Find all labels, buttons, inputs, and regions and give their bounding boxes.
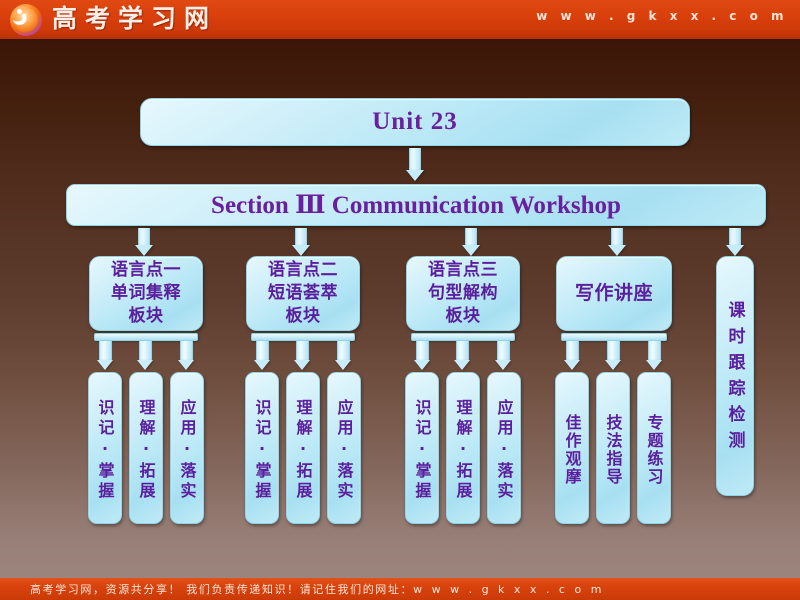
leaf-box-3-3: 应用·落实 bbox=[487, 372, 521, 524]
branch-1-stem-head-2 bbox=[137, 360, 153, 370]
leaf-box-4-2: 技法指导 bbox=[596, 372, 630, 524]
logo-figure-body bbox=[12, 13, 28, 27]
branch-4-stem-head-3 bbox=[646, 360, 662, 370]
branch-2-split-bar bbox=[251, 333, 355, 341]
branch-label-1: 语言点一 单词集释 板块 bbox=[111, 259, 181, 328]
branch-1-line-1: 语言点一 bbox=[111, 260, 181, 280]
branch-box-exam-tracking: 课时跟踪检测 bbox=[716, 256, 754, 496]
page-footer: 高考学习网，资源共分享！ 我们负责传递知识！请记住我们的网址：w w w . g… bbox=[0, 578, 800, 600]
site-name: 高考学习网 bbox=[52, 4, 218, 33]
branch-1-stem-head-1 bbox=[97, 360, 113, 370]
slide-canvas: 高考学习网 w w w . g k x x . c o m Unit 23 Se… bbox=[0, 0, 800, 600]
branch-2-stem-head-3 bbox=[335, 360, 351, 370]
footer-url: w w w . g k x x . c o m bbox=[413, 583, 605, 596]
branch-2-line-3: 板块 bbox=[285, 306, 321, 326]
branch-box-writing-lecture: 写作讲座 bbox=[556, 256, 672, 331]
branch-1-stem-1 bbox=[99, 341, 112, 360]
logo-figure-head bbox=[17, 9, 22, 14]
header-site-url: w w w . g k x x . c o m bbox=[536, 9, 788, 23]
branch-2-stem-head-1 bbox=[254, 360, 270, 370]
branch-2-line-1: 语言点二 bbox=[268, 260, 338, 280]
branch-4-stem-2 bbox=[607, 341, 620, 360]
branch-4-stem-head-2 bbox=[605, 360, 621, 370]
branch-box-lang-point-2: 语言点二 短语荟萃 板块 bbox=[246, 256, 360, 331]
branch-1-line-3: 板块 bbox=[128, 306, 164, 326]
leaf-box-2-3: 应用·落实 bbox=[327, 372, 361, 524]
branch-1-stem-2 bbox=[139, 341, 152, 360]
branch-2-stem-2 bbox=[296, 341, 309, 360]
branch-1-split-bar bbox=[94, 333, 198, 341]
branch-3-stem-1 bbox=[416, 341, 429, 360]
section-title-box: Section Ⅲ Communication Workshop bbox=[66, 184, 766, 226]
unit-title-box: Unit 23 bbox=[140, 98, 690, 146]
leaf-box-1-3: 应用·落实 bbox=[170, 372, 204, 524]
leaf-box-1-1: 识记·掌握 bbox=[88, 372, 122, 524]
branch-1-line-2: 单词集释 bbox=[111, 283, 181, 303]
branch-box-lang-point-1: 语言点一 单词集释 板块 bbox=[89, 256, 203, 331]
footer-text: 高考学习网，资源共分享！ 我们负责传递知识！请记住我们的网址：w w w . g… bbox=[0, 581, 604, 597]
branch-box-lang-point-3: 语言点三 句型解构 板块 bbox=[406, 256, 520, 331]
branch-3-line-2: 句型解构 bbox=[428, 283, 498, 303]
leaf-box-2-2: 理解·拓展 bbox=[286, 372, 320, 524]
leaf-box-4-1: 佳作观摩 bbox=[555, 372, 589, 524]
leaf-box-1-2: 理解·拓展 bbox=[129, 372, 163, 524]
branch-3-stem-head-2 bbox=[454, 360, 470, 370]
branch-3-line-3: 板块 bbox=[445, 306, 481, 326]
branch-label-3: 语言点三 句型解构 板块 bbox=[428, 259, 498, 328]
page-header: 高考学习网 w w w . g k x x . c o m bbox=[0, 0, 800, 39]
branch-2-stem-3 bbox=[337, 341, 350, 360]
branch-3-stem-3 bbox=[497, 341, 510, 360]
footer-message: 高考学习网，资源共分享！ 我们负责传递知识！请记住我们的网址： bbox=[30, 583, 414, 596]
branch-label-2: 语言点二 短语荟萃 板块 bbox=[268, 259, 338, 328]
leaf-box-4-3: 专题练习 bbox=[637, 372, 671, 524]
logo-figure-icon bbox=[12, 9, 28, 27]
branch-3-stem-2 bbox=[456, 341, 469, 360]
branch-3-stem-head-1 bbox=[414, 360, 430, 370]
leaf-box-2-1: 识记·掌握 bbox=[245, 372, 279, 524]
branch-4-line-1: 写作讲座 bbox=[574, 282, 653, 304]
branch-2-line-2: 短语荟萃 bbox=[268, 283, 338, 303]
leaf-box-3-2: 理解·拓展 bbox=[446, 372, 480, 524]
branch-1-stem-3 bbox=[180, 341, 193, 360]
branch-4-stem-head-1 bbox=[564, 360, 580, 370]
leaf-box-3-1: 识记·掌握 bbox=[405, 372, 439, 524]
branch-2-stem-head-2 bbox=[294, 360, 310, 370]
branch-4-stem-3 bbox=[648, 341, 661, 360]
branch-1-stem-head-3 bbox=[178, 360, 194, 370]
branch-4-split-bar bbox=[561, 333, 667, 341]
branch-3-stem-head-3 bbox=[495, 360, 511, 370]
branch-3-split-bar bbox=[411, 333, 515, 341]
branch-2-stem-1 bbox=[256, 341, 269, 360]
branch-3-line-1: 语言点三 bbox=[428, 260, 498, 280]
branch-label-4: 写作讲座 bbox=[575, 282, 653, 305]
branch-4-stem-1 bbox=[566, 341, 579, 360]
